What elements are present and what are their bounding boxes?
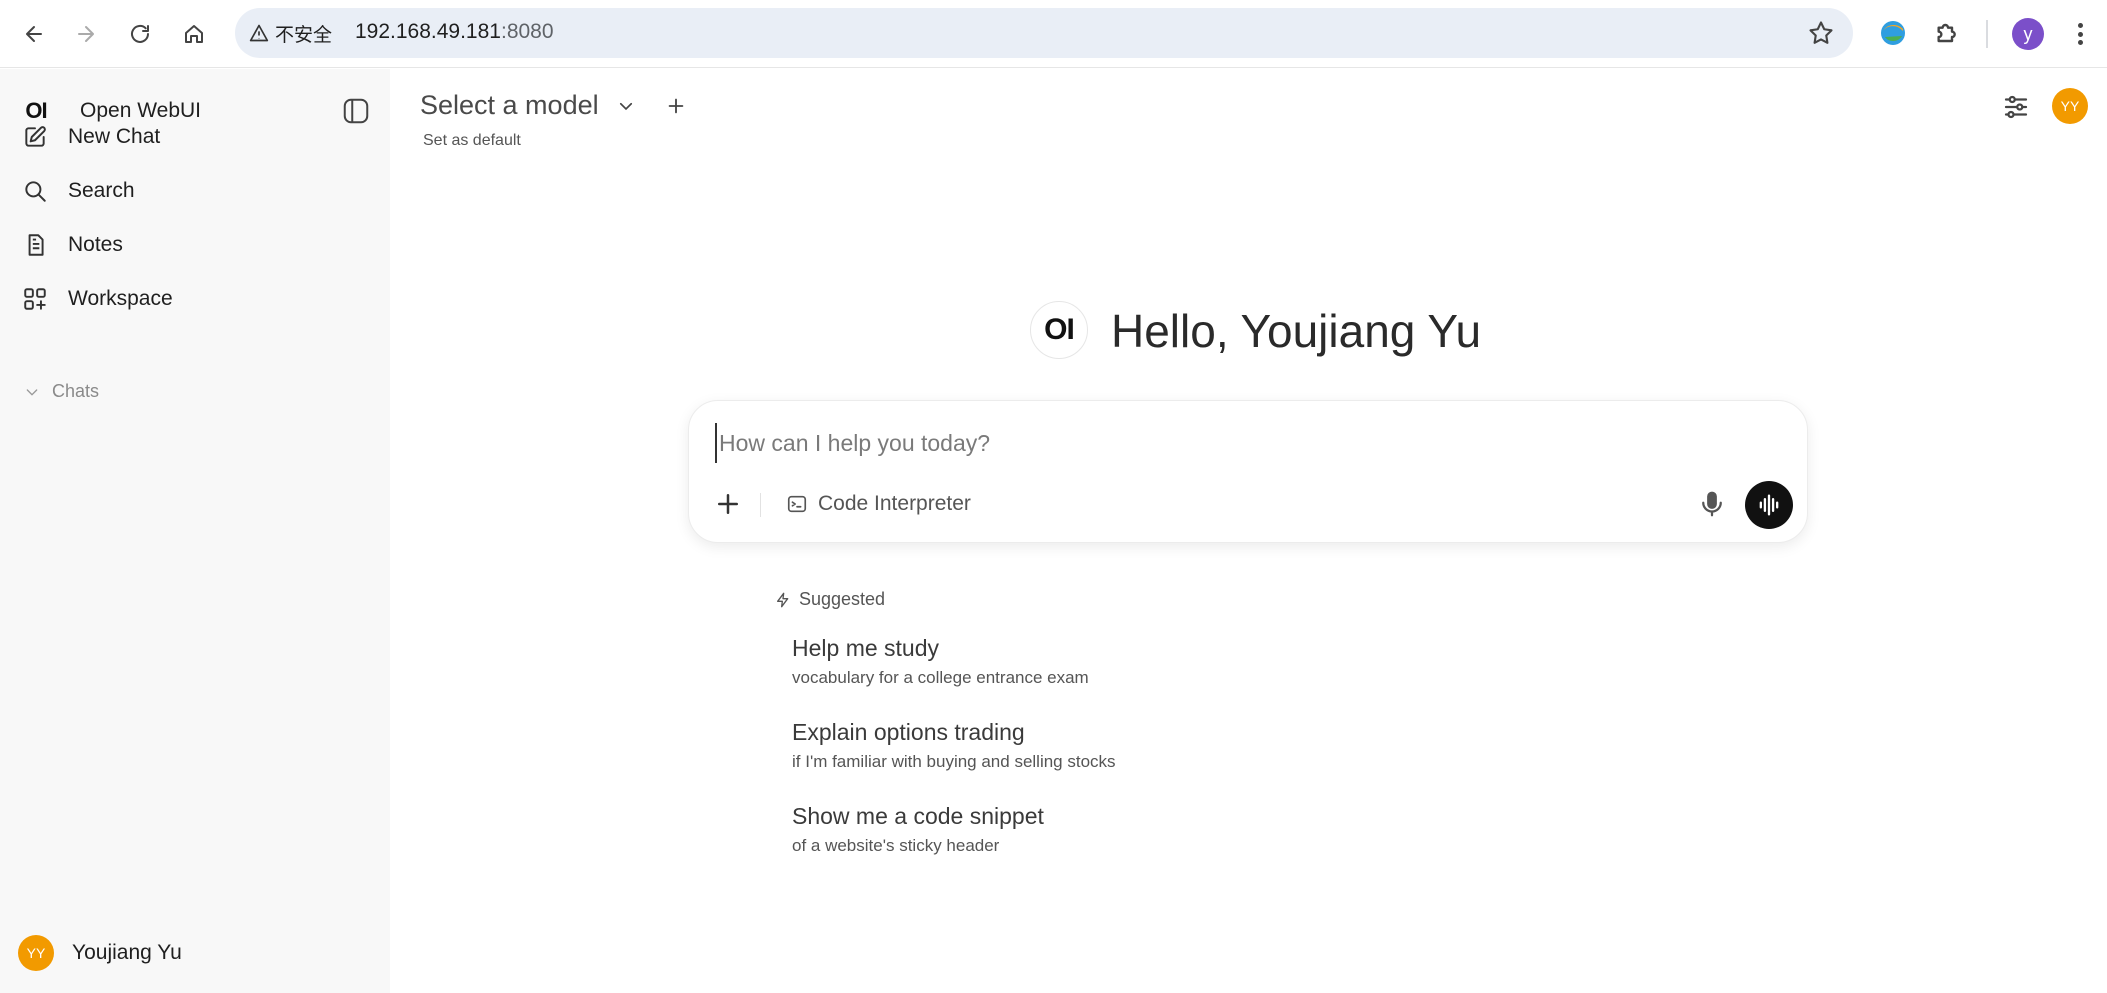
suggestion-title: Explain options trading <box>792 719 1025 745</box>
suggestion-item[interactable]: Show me a code snippet of a website's st… <box>792 803 1044 856</box>
greeting-logo: OI <box>1030 301 1088 359</box>
user-name: Youjiang Yu <box>72 941 182 964</box>
sidebar-item-label: Search <box>68 179 135 202</box>
suggestion-subtitle: vocabulary for a college entrance exam <box>792 668 1089 687</box>
code-interpreter-label: Code Interpreter <box>818 492 971 515</box>
bookmark-star-icon[interactable] <box>1807 19 1835 47</box>
sidebar-item-label: New Chat <box>68 125 161 148</box>
extensions-puzzle-icon[interactable] <box>1932 17 1964 49</box>
add-model-plus-icon[interactable] <box>665 95 687 117</box>
browser-menu-button[interactable] <box>2070 20 2090 48</box>
set-as-default-link[interactable]: Set as default <box>423 132 521 150</box>
user-menu[interactable]: YY Youjiang Yu <box>18 935 182 971</box>
sidebar-item-notes[interactable]: Notes <box>22 227 123 263</box>
sidebar: OI Open WebUI New Chat Search Notes Work… <box>0 69 390 993</box>
browser-profile-avatar[interactable]: y <box>2012 18 2044 50</box>
avatar: YY <box>18 935 54 971</box>
suggestion-title: Help me study <box>792 635 940 661</box>
terminal-icon <box>787 495 807 513</box>
chats-group-toggle[interactable]: Chats <box>24 381 99 402</box>
suggestion-item[interactable]: Explain options trading if I'm familiar … <box>792 719 1116 772</box>
arrow-left-icon <box>26 26 42 42</box>
model-title: Select a model <box>420 90 599 120</box>
model-selector[interactable]: Select a model <box>420 90 687 121</box>
home-button[interactable] <box>174 14 214 54</box>
sidebar-toggle-icon[interactable] <box>341 96 371 126</box>
extension-globe-icon[interactable] <box>1877 17 1909 49</box>
dot-icon <box>2077 40 2083 45</box>
voice-mode-button[interactable] <box>1745 481 1793 529</box>
audio-waveform-icon <box>1759 494 1779 516</box>
greeting-text: Hello, Youjiang Yu <box>1111 305 1482 357</box>
controls-sliders-icon[interactable] <box>2001 92 2031 122</box>
browser-toolbar: 不安全 192.168.49.181:8080 y <box>0 0 2107 68</box>
chats-label: Chats <box>52 381 100 401</box>
url-host: 192.168.49.181 <box>355 20 501 43</box>
url-port: :8080 <box>500 20 554 43</box>
sidebar-item-search[interactable]: Search <box>22 173 135 209</box>
code-interpreter-toggle[interactable]: Code Interpreter <box>786 489 971 519</box>
plus-icon[interactable] <box>713 489 743 519</box>
pencil-square-icon <box>25 126 46 147</box>
chevron-down-icon <box>619 102 632 110</box>
reload-icon <box>131 24 149 43</box>
notes-icon <box>28 234 44 256</box>
address-bar[interactable]: 不安全 192.168.49.181:8080 <box>235 8 1853 58</box>
divider <box>760 493 761 517</box>
insecure-label: 不安全 <box>275 24 333 46</box>
suggested-label: Suggested <box>799 589 886 609</box>
suggestion-item[interactable]: Help me study vocabulary for a college e… <box>792 635 1089 688</box>
reload-button[interactable] <box>120 14 160 54</box>
chat-input[interactable] <box>715 423 1755 463</box>
search-icon <box>25 181 46 202</box>
warning-icon <box>249 24 269 42</box>
microphone-icon[interactable] <box>1697 489 1727 519</box>
chevron-down-icon <box>26 388 38 396</box>
sidebar-item-label: Workspace <box>68 287 173 310</box>
chat-composer: Code Interpreter <box>688 400 1808 543</box>
lightning-icon <box>777 592 789 607</box>
dot-icon <box>2077 31 2083 37</box>
sidebar-item-label: Notes <box>68 233 123 256</box>
sidebar-item-new-chat[interactable]: New Chat <box>22 119 160 155</box>
avatar[interactable]: YY <box>2052 88 2088 124</box>
security-indicator[interactable]: 不安全 <box>249 18 332 48</box>
dot-icon <box>2077 23 2083 28</box>
back-button[interactable] <box>14 14 54 54</box>
suggested-heading: Suggested <box>775 589 885 610</box>
suggestion-subtitle: if I'm familiar with buying and selling … <box>792 752 1116 771</box>
sidebar-item-workspace[interactable]: Workspace <box>22 281 173 317</box>
suggestion-subtitle: of a website's sticky header <box>792 836 1000 855</box>
toolbar-divider <box>1986 20 1988 48</box>
workspace-icon <box>24 288 46 310</box>
arrow-right-icon <box>78 26 94 42</box>
suggestion-title: Show me a code snippet <box>792 803 1044 829</box>
forward-button[interactable] <box>66 14 106 54</box>
home-icon <box>185 25 203 43</box>
url-text[interactable]: 192.168.49.181:8080 <box>355 20 554 44</box>
